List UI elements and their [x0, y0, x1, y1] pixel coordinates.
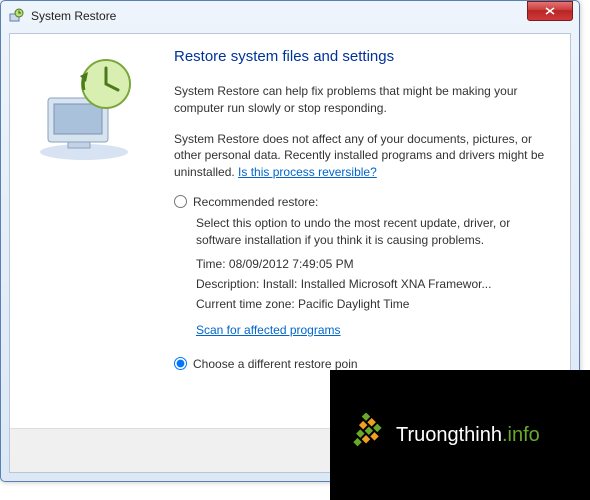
recommended-details: Select this option to undo the most rece… — [196, 215, 550, 311]
watermark-name: Truongthinh — [396, 424, 502, 446]
content-area: Restore system files and settings System… — [10, 34, 570, 428]
watermark-logo-icon — [344, 413, 388, 457]
intro-text-1: System Restore can help fix problems tha… — [174, 83, 550, 117]
titlebar: System Restore — [1, 1, 579, 31]
different-restore-label: Choose a different restore poin — [193, 357, 358, 371]
close-button[interactable] — [527, 1, 573, 21]
timezone-label: Current time zone: — [196, 297, 298, 311]
system-restore-icon — [7, 7, 25, 25]
sidebar-image — [24, 48, 174, 418]
page-heading: Restore system files and settings — [174, 48, 550, 65]
different-restore-radio[interactable] — [174, 357, 187, 370]
watermark-domain: .info — [502, 424, 540, 446]
restore-illustration-icon — [24, 54, 144, 164]
timezone-value: Pacific Daylight Time — [298, 297, 409, 311]
restore-time: Time: 08/09/2012 7:49:05 PM — [196, 257, 550, 271]
time-label: Time: — [196, 257, 229, 271]
restore-description: Description: Install: Installed Microsof… — [196, 277, 550, 291]
recommended-restore-radio-row[interactable]: Recommended restore: — [174, 195, 550, 209]
time-value: 08/09/2012 7:49:05 PM — [229, 257, 354, 271]
watermark-overlay: Truongthinh.info — [330, 370, 590, 500]
watermark-text: Truongthinh.info — [396, 424, 540, 447]
reversible-link[interactable]: Is this process reversible? — [238, 165, 377, 179]
scan-affected-link[interactable]: Scan for affected programs — [196, 323, 341, 337]
main-panel: Restore system files and settings System… — [174, 48, 550, 418]
recommended-restore-label: Recommended restore: — [193, 195, 318, 209]
recommended-restore-radio[interactable] — [174, 195, 187, 208]
description-label: Description: — [196, 277, 263, 291]
window-title: System Restore — [31, 9, 527, 23]
description-value: Install: Installed Microsoft XNA Framewo… — [263, 277, 492, 291]
intro-text-2: System Restore does not affect any of yo… — [174, 131, 550, 181]
different-restore-radio-row[interactable]: Choose a different restore poin — [174, 357, 550, 371]
restore-timezone: Current time zone: Pacific Daylight Time — [196, 297, 550, 311]
close-icon — [545, 7, 555, 15]
recommended-description: Select this option to undo the most rece… — [196, 215, 550, 249]
